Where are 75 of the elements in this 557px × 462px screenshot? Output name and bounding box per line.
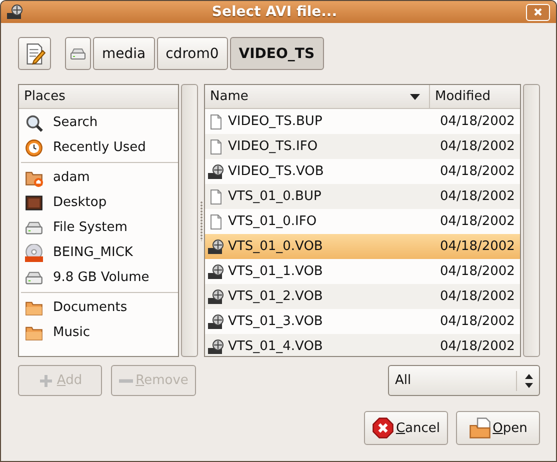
file-row[interactable]: VTS_01_0.IFO 04/18/2002 [205, 209, 520, 234]
file-name: VTS_01_1.VOB [228, 264, 323, 279]
file-date: 04/18/2002 [440, 239, 516, 254]
document-icon [208, 214, 224, 230]
file-row[interactable]: VIDEO_TS.BUP 04/18/2002 [205, 109, 520, 134]
file-name: VTS_01_0.IFO [228, 214, 317, 229]
close-icon [533, 7, 543, 17]
search-icon [25, 114, 43, 132]
file-row[interactable]: VTS_01_2.VOB 04/18/2002 [205, 284, 520, 309]
plus-icon [38, 372, 54, 388]
open-button[interactable]: Open [456, 411, 540, 445]
folder-icon [468, 417, 491, 439]
file-date: 04/18/2002 [440, 114, 516, 129]
file-name: VTS_01_2.VOB [228, 289, 323, 304]
path-segment[interactable]: media [93, 37, 155, 70]
place-item[interactable]: Music [53, 325, 90, 340]
file-row[interactable]: VIDEO_TS.IFO 04/18/2002 [205, 134, 520, 159]
file-name: VTS_01_0.BUP [228, 189, 322, 204]
film-reel-icon [208, 238, 224, 254]
place-item[interactable]: Desktop [53, 195, 107, 210]
place-item[interactable]: File System [53, 220, 128, 235]
cancel-button[interactable]: Cancel [364, 411, 448, 445]
filter-dropdown[interactable]: All [388, 365, 540, 396]
file-row[interactable]: VTS_01_1.VOB 04/18/2002 [205, 259, 520, 284]
film-reel-icon [208, 288, 224, 304]
edit-location-button[interactable] [18, 37, 51, 70]
column-header[interactable]: Modified [430, 85, 520, 108]
file-row[interactable]: VTS_01_0.VOB 04/18/2002 [205, 234, 520, 259]
scrollbar[interactable] [181, 84, 198, 357]
sort-arrow-icon [410, 94, 420, 100]
root-drive-button[interactable] [65, 37, 91, 70]
film-reel-icon [208, 314, 224, 330]
file-date: 04/18/2002 [440, 339, 516, 354]
file-name: VTS_01_3.VOB [228, 314, 323, 329]
desktop-icon [25, 194, 43, 212]
window-title: Select AVI file... [210, 4, 338, 20]
film-reel-icon [208, 338, 224, 354]
pane-divider-handle[interactable] [200, 200, 202, 240]
file-row[interactable]: VTS_01_4.VOB 04/18/2002 [205, 334, 520, 356]
file-name: VTS_01_0.VOB [228, 239, 323, 254]
document-icon [208, 138, 224, 154]
column-header[interactable]: Name [205, 85, 430, 108]
close-button[interactable] [526, 4, 550, 20]
file-date: 04/18/2002 [440, 189, 516, 204]
file-date: 04/18/2002 [440, 214, 516, 229]
file-name: VIDEO_TS.IFO [228, 139, 318, 154]
minus-icon [118, 378, 133, 382]
film-reel-icon [208, 164, 224, 180]
place-item[interactable]: adam [53, 170, 90, 185]
file-date: 04/18/2002 [440, 264, 516, 279]
place-item[interactable]: Documents [53, 300, 128, 315]
clock-icon [25, 138, 43, 156]
file-name: VIDEO_TS.BUP [228, 114, 322, 129]
place-item[interactable]: BEING_MICK [53, 245, 133, 260]
cancel-icon [372, 417, 394, 439]
file-row[interactable]: VTS_01_0.BUP 04/18/2002 [205, 184, 520, 209]
file-name: VTS_01_4.VOB [228, 339, 323, 354]
document-icon [208, 188, 224, 204]
updown-arrow-icon [525, 374, 533, 388]
file-date: 04/18/2002 [440, 289, 516, 304]
scrollbar[interactable] [523, 84, 540, 357]
file-date: 04/18/2002 [440, 314, 516, 329]
path-segment[interactable]: cdrom0 [156, 37, 228, 70]
place-item[interactable]: Search [53, 115, 98, 130]
film-reel-icon [208, 264, 224, 280]
drive-icon [70, 46, 86, 62]
file-date: 04/18/2002 [440, 139, 516, 154]
file-name: VIDEO_TS.VOB [228, 164, 324, 179]
file-row[interactable]: VTS_01_3.VOB 04/18/2002 [205, 309, 520, 334]
file-row[interactable]: VIDEO_TS.VOB 04/18/2002 [205, 159, 520, 184]
path-segment[interactable]: VIDEO_TS [230, 37, 324, 70]
place-item[interactable]: Recently Used [53, 140, 146, 155]
place-item[interactable]: 9.8 GB Volume [53, 270, 150, 285]
document-icon [208, 114, 224, 130]
file-date: 04/18/2002 [440, 164, 516, 179]
